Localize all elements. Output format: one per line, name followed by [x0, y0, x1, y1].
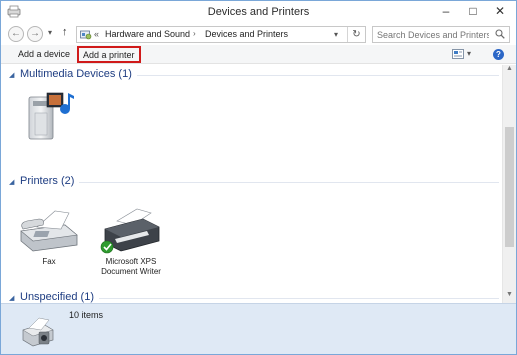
back-button[interactable]: ← [8, 26, 24, 42]
devices-and-printers-window: Devices and Printers – □ ✕ ← → ▾ ↑ « Har… [0, 0, 517, 355]
device-fax[interactable]: Fax [15, 205, 83, 267]
help-icon[interactable]: ? [493, 49, 504, 60]
close-button[interactable]: ✕ [487, 3, 513, 19]
group-header-multimedia-devices[interactable]: ◢ Multimedia Devices (1) [9, 68, 499, 82]
group-divider [20, 182, 499, 183]
scroll-up-arrow-icon[interactable]: ▲ [503, 65, 516, 77]
refresh-button[interactable]: ↻ [347, 27, 365, 42]
control-panel-icon [80, 30, 92, 40]
address-dropdown-chevron-icon[interactable]: ▾ [334, 30, 338, 39]
collapse-triangle-icon[interactable]: ◢ [9, 294, 14, 302]
command-bar: Add a device Add a printer ▾ ? [1, 45, 516, 64]
device-microsoft-xps-document-writer[interactable]: Microsoft XPS Document Writer [97, 205, 165, 277]
breadcrumb-hardware-and-sound[interactable]: Hardware and Sound [105, 29, 190, 39]
breadcrumb-separator-icon[interactable]: › [193, 29, 196, 38]
device-name: Fax [42, 257, 56, 266]
device-list: ◢ Multimedia Devices (1) ◢ Printers (2) … [1, 65, 502, 303]
device-media-server[interactable] [15, 87, 83, 145]
collapse-triangle-icon[interactable]: ◢ [9, 178, 14, 186]
scroll-down-arrow-icon[interactable]: ▼ [503, 291, 516, 303]
search-input[interactable] [377, 28, 489, 41]
forward-button[interactable]: → [27, 26, 43, 42]
media-server-icon [28, 92, 74, 140]
group-title: Multimedia Devices (1) [20, 68, 137, 80]
search-box[interactable] [372, 26, 510, 43]
details-pane: 10 items [1, 303, 516, 354]
group-header-printers[interactable]: ◢ Printers (2) [9, 175, 499, 189]
scrollbar-thumb[interactable] [505, 127, 514, 247]
vertical-scrollbar[interactable]: ▲ ▼ [502, 65, 516, 303]
title-bar: Devices and Printers – □ ✕ [1, 1, 516, 23]
breadcrumb-devices-and-printers[interactable]: Devices and Printers [205, 29, 288, 39]
device-name: Microsoft XPS Document Writer [101, 257, 161, 276]
group-header-unspecified[interactable]: ◢ Unspecified (1) [9, 291, 499, 303]
maximize-button[interactable]: □ [460, 3, 486, 19]
collapse-triangle-icon[interactable]: ◢ [9, 71, 14, 79]
printer-default-icon [100, 208, 160, 254]
fax-icon [20, 210, 78, 252]
change-view-icon[interactable] [452, 49, 464, 59]
group-title: Printers (2) [20, 175, 80, 187]
group-title: Unspecified (1) [20, 291, 99, 303]
address-bar[interactable]: « Hardware and Sound › Devices and Print… [76, 26, 366, 43]
search-icon [495, 29, 505, 39]
navigation-bar: ← → ▾ ↑ « Hardware and Sound › Devices a… [1, 23, 516, 45]
address-overflow-chevron[interactable]: « [94, 29, 99, 39]
add-printer-button[interactable]: Add a printer [77, 46, 141, 63]
recent-locations-dropdown[interactable]: ▾ [48, 28, 52, 37]
view-options-dropdown[interactable]: ▾ [467, 49, 471, 58]
add-device-button[interactable]: Add a device [18, 48, 70, 61]
devices-printers-icon [22, 317, 54, 347]
minimize-button[interactable]: – [433, 3, 459, 19]
up-button[interactable]: ↑ [62, 26, 68, 38]
item-count: 10 items [69, 310, 104, 320]
